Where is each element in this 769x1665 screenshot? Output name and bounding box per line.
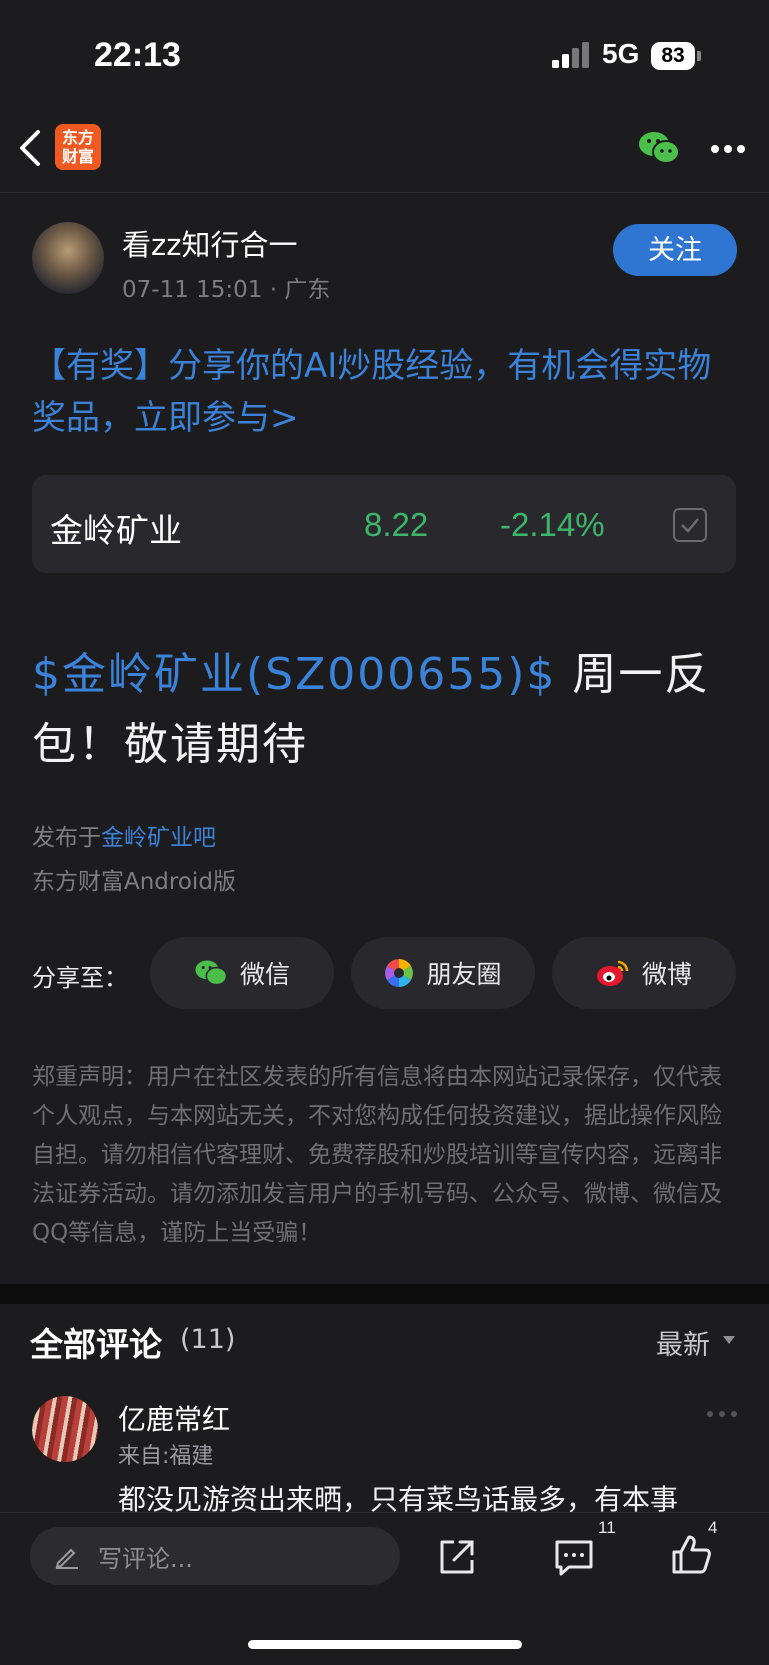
share-moments-button[interactable]: 朋友圈 [351, 937, 535, 1009]
comment-text: 都没见游资出来晒，只有菜鸟话最多，有本事 [118, 1483, 679, 1514]
promo-link[interactable]: 【有奖】分享你的AI炒股经验，有机会得实物奖品，立即参与> [32, 340, 742, 444]
battery-icon: 83 [651, 42, 695, 70]
follow-button[interactable]: 关注 [613, 224, 737, 276]
home-indicator[interactable] [248, 1640, 522, 1649]
author-name[interactable]: 看zz知行合一 [122, 222, 297, 264]
status-time: 22:13 [94, 36, 181, 74]
logo-line1: 东方 [61, 128, 94, 147]
moments-icon [385, 959, 414, 987]
more-icon[interactable] [710, 144, 746, 154]
share-weibo-button[interactable]: 微博 [552, 937, 736, 1009]
forum-link[interactable]: 金岭矿业吧 [101, 825, 216, 851]
add-watchlist-icon[interactable] [673, 508, 707, 542]
pencil-icon [55, 1548, 78, 1569]
share-icon[interactable] [436, 1536, 478, 1578]
comment-avatar[interactable] [32, 1396, 98, 1462]
signal-icon [552, 42, 589, 68]
sort-dropdown[interactable]: 最新 [656, 1323, 710, 1362]
stock-change: -2.14% [500, 506, 605, 543]
stock-tag-link[interactable]: $金岭矿业(SZ000655)$ [32, 649, 556, 700]
comment-input[interactable]: 写评论... [30, 1527, 400, 1585]
share-label: 分享至： [32, 964, 128, 992]
comments-count: (11) [180, 1324, 236, 1355]
author-avatar[interactable] [32, 222, 104, 294]
thumbs-up-icon[interactable] [670, 1532, 714, 1576]
back-icon[interactable] [14, 126, 50, 170]
comment-author[interactable]: 亿鹿常红 [118, 1398, 230, 1438]
stock-price: 8.22 [364, 506, 429, 543]
client-info: 东方财富Android版 [32, 869, 236, 895]
nav-divider [0, 192, 769, 193]
like-count-badge: 4 [708, 1518, 718, 1537]
app-logo[interactable]: 东方 财富 [55, 124, 101, 170]
share-wechat-button[interactable]: 微信 [150, 937, 334, 1009]
comment-location: 来自:福建 [118, 1444, 214, 1469]
post-meta: 07-11 15:01 · 广东 [122, 277, 331, 303]
disclaimer: 郑重声明：用户在社区发表的所有信息将由本网站记录保存，仅代表个人观点，与本网站无… [32, 1064, 722, 1246]
published-prefix: 发布于 [32, 825, 101, 851]
wechat-share-icon[interactable] [638, 130, 680, 166]
weibo-icon [596, 960, 629, 986]
logo-line2: 财富 [61, 147, 94, 166]
post-content: $金岭矿业(SZ000655)$ 周一反包！敬请期待 [32, 640, 744, 780]
share-wechat-label: 微信 [239, 960, 290, 989]
comment-placeholder: 写评论... [98, 1544, 193, 1573]
stock-name: 金岭矿业 [50, 511, 182, 550]
section-separator [0, 1284, 769, 1304]
published-in: 发布于金岭矿业吧 [32, 818, 216, 852]
share-weibo-label: 微博 [641, 960, 692, 989]
wechat-icon [195, 960, 228, 986]
network-label: 5G [602, 38, 640, 69]
battery-nub [697, 51, 701, 61]
share-moments-label: 朋友圈 [426, 960, 502, 989]
comments-title: 全部评论 [30, 1325, 162, 1364]
comment-icon[interactable] [553, 1536, 595, 1578]
chevron-down-icon[interactable] [723, 1336, 735, 1344]
comment-count-badge: 11 [598, 1518, 616, 1537]
comment-more-icon[interactable] [706, 1410, 738, 1418]
